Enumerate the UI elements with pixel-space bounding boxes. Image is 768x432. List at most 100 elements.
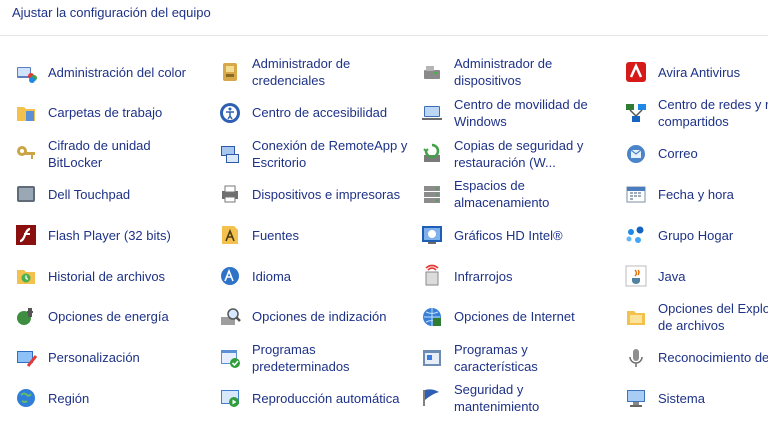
avira-icon <box>624 60 648 84</box>
label-line: compartidos <box>658 113 729 129</box>
control-panel-item-reconocimiento-de-voz[interactable]: Reconocimiento de <box>624 338 768 378</box>
control-panel-item-reproduccion-automatica[interactable]: Reproducción automática <box>218 378 399 418</box>
control-panel-item-administracion-del-color[interactable]: Administración del color <box>14 52 186 92</box>
control-panel-item-label: Opciones de Internet <box>454 308 575 325</box>
touchpad-icon <box>14 182 38 206</box>
mail-icon <box>624 142 648 166</box>
control-panel-item-label: Correo <box>658 145 698 162</box>
control-panel-item-label: Flash Player (32 bits) <box>48 227 171 244</box>
label-line: Flash Player (32 bits) <box>48 227 171 243</box>
homegroup-icon <box>624 223 648 247</box>
internet-options-icon <box>420 305 444 329</box>
control-panel-item-idioma[interactable]: Idioma <box>218 256 291 296</box>
control-panel-item-label: Java <box>658 268 685 285</box>
label-line: Programas y <box>454 341 528 357</box>
label-line: Cifrado de unidad <box>48 137 151 153</box>
control-panel-item-label: Grupo Hogar <box>658 227 733 244</box>
control-panel-item-label: Sistema <box>658 390 705 407</box>
control-panel-item-label: Historial de archivos <box>48 268 165 285</box>
label-line: Administración del color <box>48 64 187 80</box>
label-line: Reconocimiento de <box>658 350 768 366</box>
control-panel-item-label: Reconocimiento de <box>658 349 768 366</box>
label-line: almacenamiento <box>454 195 550 211</box>
control-panel-item-administrador-de-dispositivos[interactable]: Administrador de dispositivos <box>420 52 552 92</box>
control-panel-item-opciones-del-explorador-de-archivos[interactable]: Opciones del Explor de archivos <box>624 297 768 337</box>
control-panel-item-historial-de-archivos[interactable]: Historial de archivos <box>14 256 165 296</box>
control-panel-item-label: Programas y características <box>454 341 538 375</box>
control-panel-item-label: Espacios de almacenamiento <box>454 177 549 211</box>
backup-restore-icon <box>420 142 444 166</box>
control-panel-item-label: Avira Antivirus <box>658 64 740 81</box>
control-panel-item-fuentes[interactable]: Fuentes <box>218 215 299 255</box>
control-panel-item-conexion-de-remoteapp-y-escritorio[interactable]: Conexión de RemoteApp y Escritorio <box>218 134 407 174</box>
control-panel-item-label: Dell Touchpad <box>48 186 130 203</box>
control-panel-item-dispositivos-e-impresoras[interactable]: Dispositivos e impresoras <box>218 174 400 214</box>
control-panel-item-label: Opciones de indización <box>252 308 386 325</box>
control-panel-item-dell-touchpad[interactable]: Dell Touchpad <box>14 174 130 214</box>
control-panel-item-centro-de-movilidad-de-windows[interactable]: Centro de movilidad de Windows <box>420 93 588 133</box>
label-line: Sistema <box>658 390 705 406</box>
mobility-center-icon <box>420 101 444 125</box>
network-sharing-icon <box>624 101 648 125</box>
control-panel-item-label: Centro de accesibilidad <box>252 104 387 121</box>
control-panel-item-label: Carpetas de trabajo <box>48 104 162 121</box>
control-panel-item-seguridad-y-mantenimiento[interactable]: Seguridad y mantenimiento <box>420 378 539 418</box>
label-line: características <box>454 358 538 374</box>
control-panel-item-label: Administrador de dispositivos <box>454 55 552 89</box>
date-time-icon <box>624 182 648 206</box>
file-history-icon <box>14 264 38 288</box>
control-panel-item-grupo-hogar[interactable]: Grupo Hogar <box>624 215 733 255</box>
storage-spaces-icon <box>420 182 444 206</box>
control-panel-item-opciones-de-energia[interactable]: Opciones de energía <box>14 297 169 337</box>
control-panel-item-infrarrojos[interactable]: Infrarrojos <box>420 256 513 296</box>
control-panel-item-label: Gráficos HD Intel® <box>454 227 563 244</box>
control-panel-item-centro-de-accesibilidad[interactable]: Centro de accesibilidad <box>218 93 387 133</box>
label-line: Opciones del Explor <box>658 300 768 316</box>
control-panel-item-personalizacion[interactable]: Personalización <box>14 338 140 378</box>
region-icon <box>14 386 38 410</box>
control-panel-item-sistema[interactable]: Sistema <box>624 378 705 418</box>
control-panel-item-label: Administrador de credenciales <box>252 55 350 89</box>
control-panel-item-correo[interactable]: Correo <box>624 134 698 174</box>
control-panel-item-carpetas-de-trabajo[interactable]: Carpetas de trabajo <box>14 93 162 133</box>
control-panel-item-label: Centro de redes y re compartidos <box>658 96 768 130</box>
label-line: Opciones de indización <box>252 309 387 325</box>
default-programs-icon <box>218 346 242 370</box>
control-panel-item-opciones-de-internet[interactable]: Opciones de Internet <box>420 297 575 337</box>
control-panel-item-opciones-de-indizacion[interactable]: Opciones de indización <box>218 297 386 337</box>
ease-of-access-icon <box>218 101 242 125</box>
label-line: Centro de accesibilidad <box>252 105 388 121</box>
device-manager-icon <box>420 60 444 84</box>
control-panel-item-label: Administración del color <box>48 64 186 81</box>
control-panel-item-label: Reproducción automática <box>252 390 399 407</box>
control-panel-item-centro-de-redes-y-recursos-compartidos[interactable]: Centro de redes y re compartidos <box>624 93 768 133</box>
control-panel-item-graficos-hd-intel[interactable]: Gráficos HD Intel® <box>420 215 563 255</box>
control-panel-item-programas-y-caracteristicas[interactable]: Programas y características <box>420 338 538 378</box>
label-line: Región <box>48 390 90 406</box>
control-panel-item-fecha-y-hora[interactable]: Fecha y hora <box>624 174 734 214</box>
flash-player-icon <box>14 223 38 247</box>
control-panel-item-avira-antivirus[interactable]: Avira Antivirus <box>624 52 740 92</box>
java-icon <box>624 264 648 288</box>
control-panel-item-flash-player-32-bits[interactable]: Flash Player (32 bits) <box>14 215 171 255</box>
infrared-icon <box>420 264 444 288</box>
power-options-icon <box>14 305 38 329</box>
control-panel-item-java[interactable]: Java <box>624 256 685 296</box>
label-line: Centro de redes y re <box>658 96 768 112</box>
control-panel-item-region[interactable]: Región <box>14 378 89 418</box>
label-line: Infrarrojos <box>454 268 513 284</box>
label-line: Espacios de <box>454 178 525 194</box>
devices-printers-icon <box>218 182 242 206</box>
label-line: Avira Antivirus <box>658 64 741 80</box>
control-panel-item-copias-de-seguridad-y-restauracion-w[interactable]: Copias de seguridad y restauración (W... <box>420 134 583 174</box>
control-panel-item-label: Centro de movilidad de Windows <box>454 96 588 130</box>
control-panel-item-cifrado-de-unidad-bitlocker[interactable]: Cifrado de unidad BitLocker <box>14 134 151 174</box>
label-line: Programas <box>252 341 316 357</box>
intel-graphics-icon <box>420 223 444 247</box>
label-line: Correo <box>658 146 698 162</box>
control-panel-item-administrador-de-credenciales[interactable]: Administrador de credenciales <box>218 52 350 92</box>
control-panel-item-espacios-de-almacenamiento[interactable]: Espacios de almacenamiento <box>420 174 549 214</box>
control-panel-item-programas-predeterminados[interactable]: Programas predeterminados <box>218 338 350 378</box>
label-line: restauración (W... <box>454 154 556 170</box>
control-panel-item-label: Fecha y hora <box>658 186 734 203</box>
